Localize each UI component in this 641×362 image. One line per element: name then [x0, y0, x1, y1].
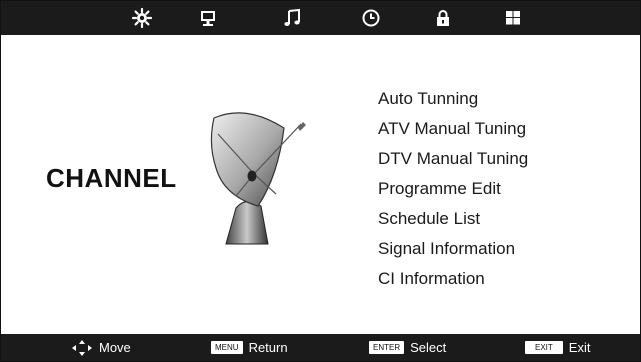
menu-item-programme-edit[interactable]: Programme Edit [378, 177, 528, 207]
hint-select-label: Select [410, 340, 447, 355]
hint-return-label: Return [248, 340, 288, 355]
menu-item-schedule-list[interactable]: Schedule List [378, 207, 528, 237]
hint-move: Move [71, 334, 131, 361]
hint-select: ENTER Select [369, 334, 446, 361]
hint-move-label: Move [99, 340, 131, 355]
enter-key: ENTER [369, 341, 405, 354]
menu-item-atv-manual-tuning[interactable]: ATV Manual Tuning [378, 117, 528, 147]
hint-exit-label: Exit [568, 340, 591, 355]
top-tab-bar [1, 1, 640, 35]
page-title: CHANNEL [46, 163, 177, 193]
music-note-icon[interactable] [281, 7, 303, 29]
key-hint-bar: Move MENU Return ENTER Select EXIT Exit [1, 334, 640, 361]
tv-menu-window: CHANNEL Auto Tunning ATV Manual Tuning D… [0, 0, 641, 362]
directional-pad-icon [71, 339, 93, 357]
menu-item-dtv-manual-tuning[interactable]: DTV Manual Tuning [378, 147, 528, 177]
menu-item-ci-information[interactable]: CI Information [378, 267, 528, 297]
hint-exit: EXIT Exit [525, 334, 590, 361]
lock-icon[interactable] [432, 7, 454, 29]
clock-icon[interactable] [360, 7, 382, 29]
exit-key: EXIT [525, 341, 563, 354]
satellite-dish-icon [206, 96, 316, 246]
menu-item-signal-information[interactable]: Signal Information [378, 237, 528, 267]
channel-menu: Auto Tunning ATV Manual Tuning DTV Manua… [378, 87, 528, 297]
menu-key: MENU [211, 341, 243, 354]
menu-item-auto-tunning[interactable]: Auto Tunning [378, 87, 528, 117]
grid-icon[interactable] [502, 7, 524, 29]
monitor-icon[interactable] [197, 7, 219, 29]
hint-return: MENU Return [211, 334, 288, 361]
picture-settings-icon[interactable] [131, 7, 153, 29]
